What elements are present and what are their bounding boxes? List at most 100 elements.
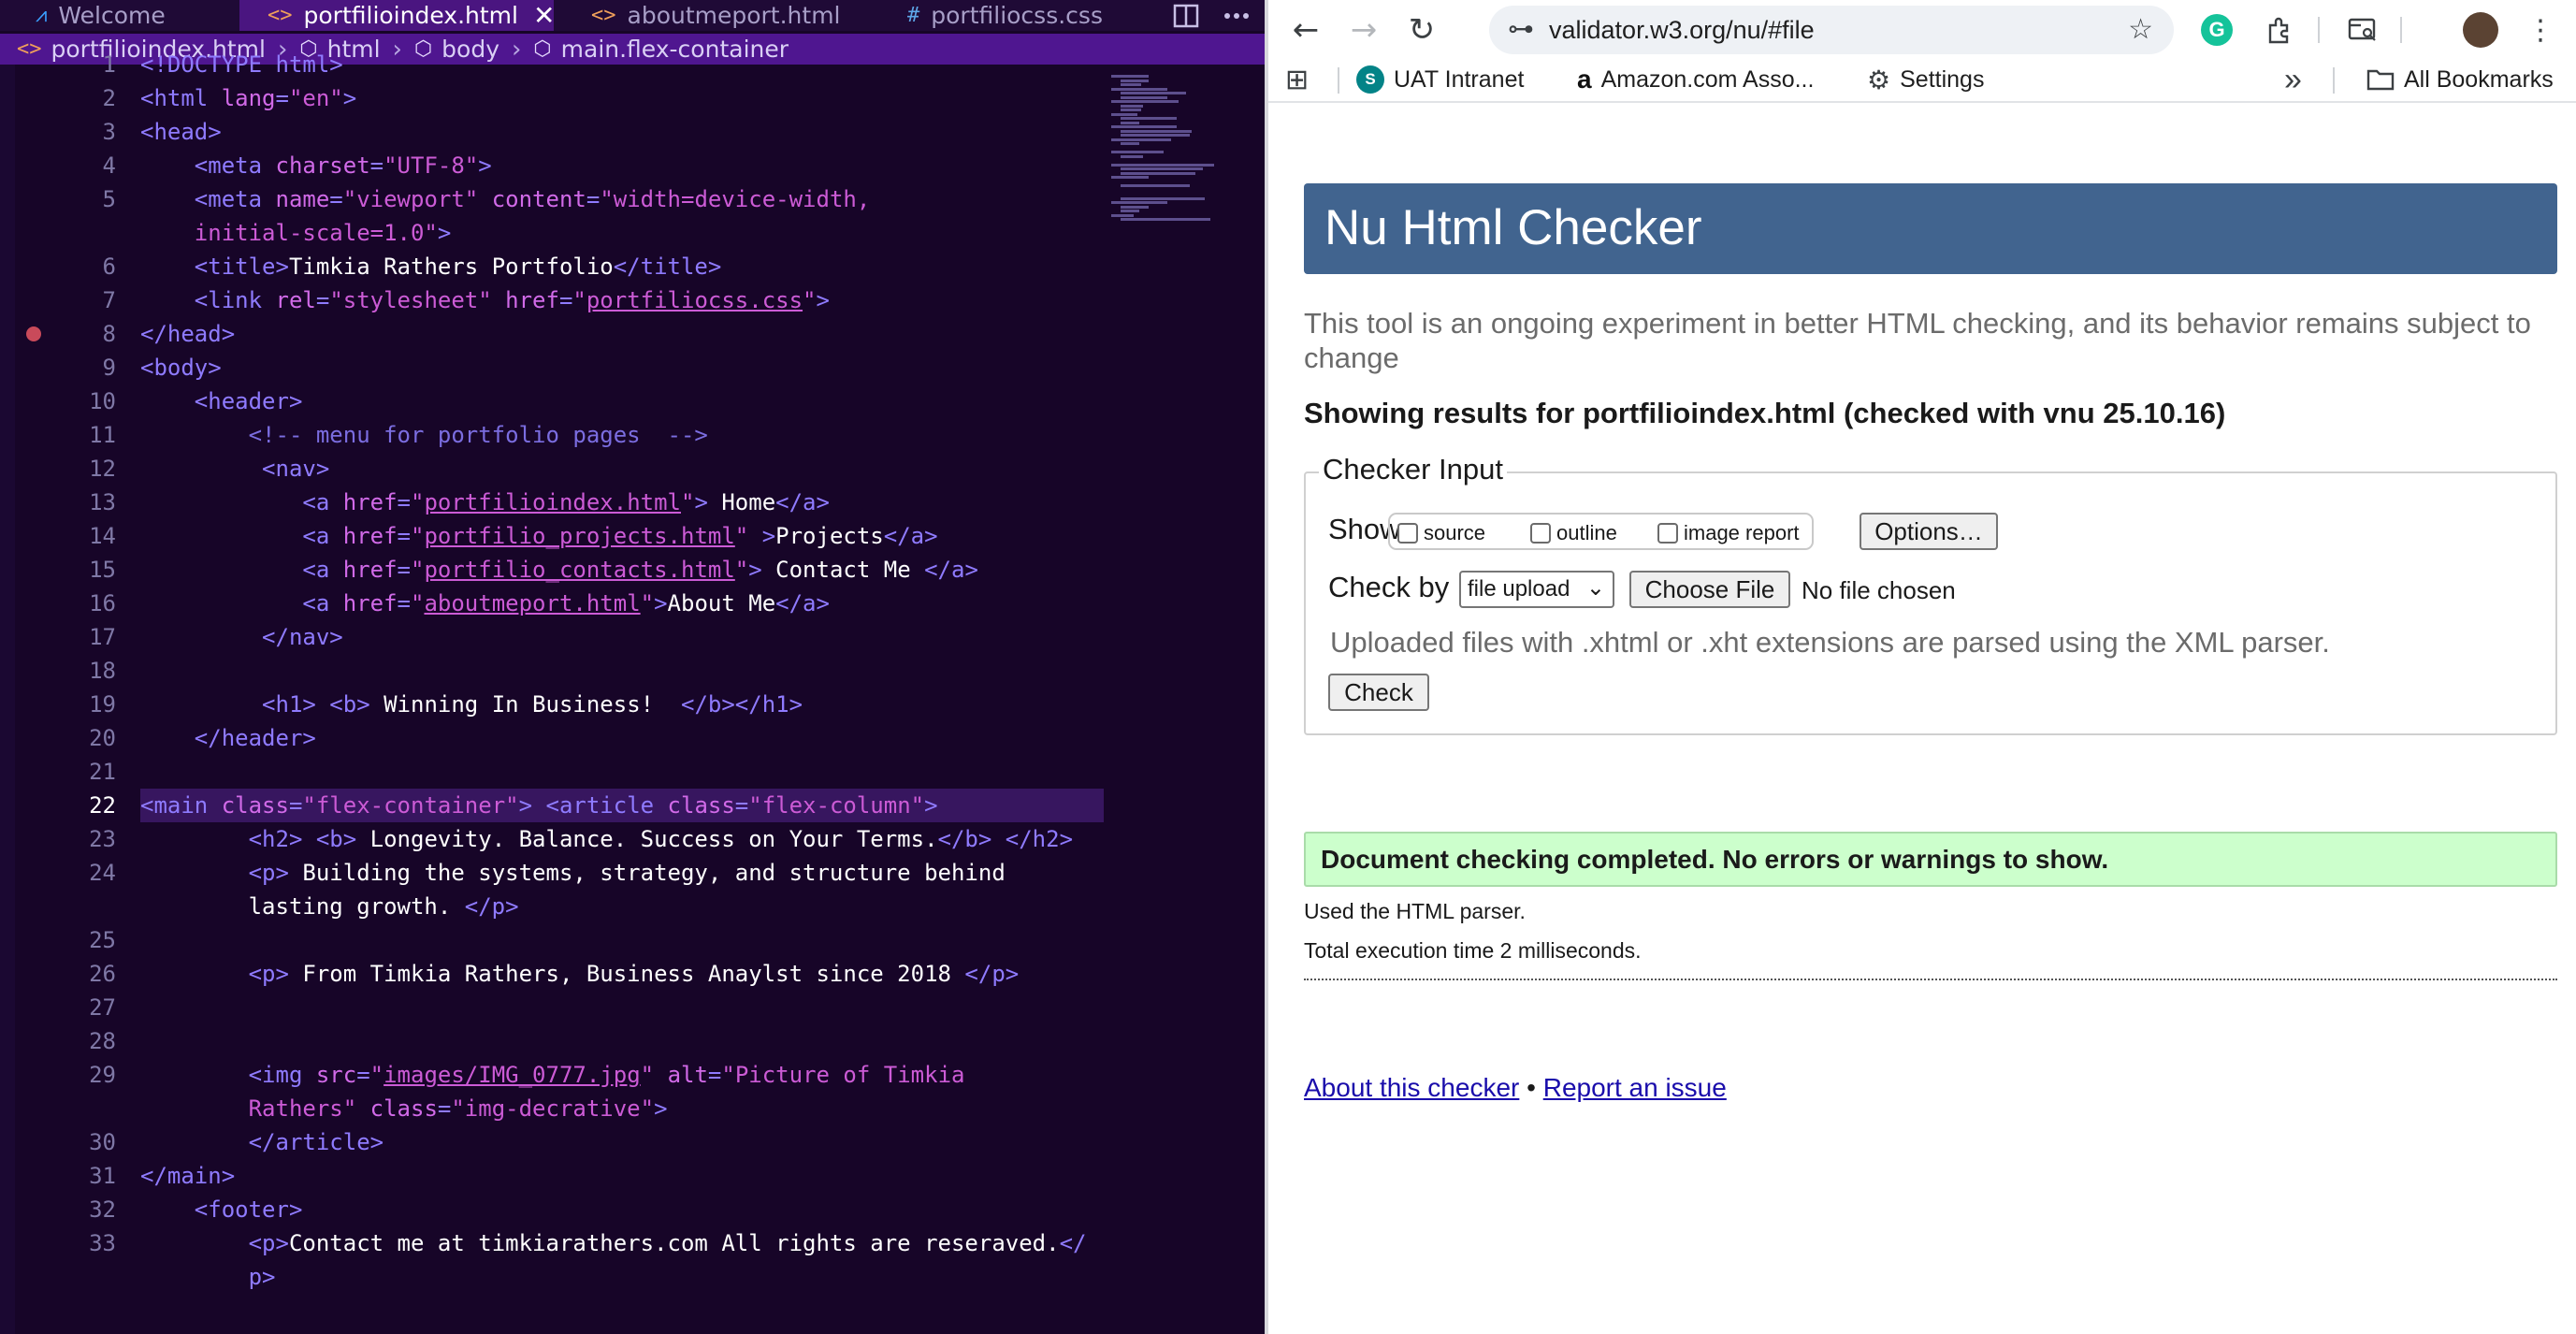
code-token: class	[221, 792, 289, 819]
minimap-stroke	[1121, 184, 1190, 187]
code-line[interactable]: <!DOCTYPE html>	[140, 48, 343, 81]
code-token: >	[816, 287, 830, 313]
code-line[interactable]: <!-- menu for portfolio pages -->	[140, 418, 708, 452]
grammarly-icon[interactable]: G	[2198, 11, 2236, 49]
close-icon[interactable]: ✕	[533, 0, 555, 31]
check-button[interactable]: Check	[1328, 674, 1429, 711]
bookmark-separator	[2333, 67, 2335, 94]
code-line[interactable]: <h2> <b> Longevity. Balance. Success on …	[140, 822, 1073, 856]
report-issue-link[interactable]: Report an issue	[1543, 1073, 1727, 1102]
breadcrumb-item-body[interactable]: ⬡ body	[414, 36, 499, 63]
code-line[interactable]: <a href="aboutmeport.html">About Me</a>	[140, 587, 830, 620]
code-line[interactable]: <footer>	[140, 1193, 303, 1226]
code-line[interactable]: <header>	[140, 384, 303, 418]
chevron-right-icon: ›	[392, 35, 402, 64]
code-line[interactable]: </nav>	[140, 620, 343, 654]
code-line[interactable]: <h1> <b> Winning In Business! </b></h1>	[140, 688, 803, 721]
checkbox-box[interactable]	[1530, 523, 1551, 544]
reload-icon[interactable]: ↻	[1401, 9, 1442, 51]
site-settings-icon[interactable]: ⊶	[1508, 13, 1534, 44]
apps-grid-icon[interactable]: ⊞	[1285, 60, 1309, 99]
tab-portfiliocss[interactable]: # portfiliocss.css	[874, 0, 1158, 31]
code-line[interactable]: <meta charset="UTF-8">	[140, 149, 492, 182]
code-token: Projects	[775, 523, 884, 549]
options-button[interactable]: Options…	[1860, 513, 1998, 550]
url-text[interactable]: validator.w3.org/nu/#file	[1549, 16, 1815, 45]
more-actions-icon[interactable]	[1223, 0, 1250, 31]
code-line[interactable]: <html lang="en">	[140, 81, 356, 115]
line-number: 10	[89, 388, 116, 414]
extensions-icon[interactable]	[2260, 11, 2297, 49]
code-line[interactable]: <meta name="viewport" content="width=dev…	[140, 182, 871, 216]
line-number: 2	[102, 85, 116, 111]
code-line[interactable]: <p> Building the systems, strategy, and …	[140, 856, 1006, 890]
code-token: "	[681, 489, 695, 515]
code-line[interactable]: <link rel="stylesheet" href="portfiliocs…	[140, 283, 830, 317]
source-checkbox[interactable]: source	[1397, 521, 1485, 545]
code-line[interactable]: <a href="portfilio_projects.html" >Proje…	[140, 519, 937, 553]
code-line[interactable]: p>	[140, 1260, 276, 1294]
line-number: 12	[89, 456, 116, 482]
code-line[interactable]: <a href="portfilio_contacts.html"> Conta…	[140, 553, 978, 587]
code-line[interactable]: <title>Timkia Rathers Portfolio</title>	[140, 250, 722, 283]
code-line[interactable]: </head>	[140, 317, 235, 351]
code-line[interactable]: <body>	[140, 351, 222, 384]
code-line[interactable]: <head>	[140, 115, 222, 149]
code-token: "	[369, 1062, 384, 1088]
code-line[interactable]: <img src="images/IMG_0777.jpg" alt="Pict…	[140, 1058, 965, 1092]
all-bookmarks-label: All Bookmarks	[2404, 65, 2554, 93]
code-line[interactable]: <p>Contact me at timkiarathers.com All r…	[140, 1226, 1087, 1260]
split-editor-icon[interactable]	[1173, 0, 1199, 31]
bookmark-settings[interactable]: ⚙ Settings	[1867, 60, 1984, 99]
code-token: <head>	[140, 119, 222, 145]
about-checker-link[interactable]: About this checker	[1304, 1073, 1519, 1102]
code-line[interactable]: lasting growth. </p>	[140, 890, 519, 923]
code-area[interactable]: 1 <!DOCTYPE html> 2 <html lang="en"> 3 <head>…	[15, 51, 1104, 1334]
choose-file-button[interactable]: Choose File	[1629, 571, 1790, 608]
bookmark-uat-intranet[interactable]: S UAT Intranet	[1356, 60, 1524, 99]
code-token: "	[803, 287, 817, 313]
code-line[interactable]: <a href="portfilioindex.html"> Home</a>	[140, 486, 830, 519]
bookmark-amazon[interactable]: a Amazon.com Asso...	[1577, 60, 1814, 99]
kebab-menu-icon[interactable]: ⋮	[2524, 11, 2557, 49]
activity-gutter	[0, 65, 15, 1334]
search-tabs-icon[interactable]	[2344, 11, 2381, 49]
code-token: <a	[302, 590, 343, 616]
back-icon[interactable]: ←	[1285, 9, 1326, 51]
bookmark-star-icon[interactable]: ☆	[2128, 13, 2153, 46]
code-line[interactable]: </main>	[140, 1159, 235, 1193]
check-by-select[interactable]: file upload ⌄	[1459, 571, 1614, 608]
code-line[interactable]: initial-scale=1.0">	[140, 216, 452, 250]
checkbox-box[interactable]	[1657, 523, 1678, 544]
all-bookmarks[interactable]: All Bookmarks	[2366, 60, 2554, 99]
profile-avatar[interactable]	[2462, 11, 2499, 49]
forward-icon[interactable]: →	[1343, 9, 1384, 51]
bookmark-label: UAT Intranet	[1394, 65, 1525, 93]
code-line[interactable]: </article>	[140, 1125, 384, 1159]
link-separator: •	[1527, 1073, 1536, 1102]
code-line[interactable]: Rathers" class="img-decrative">	[140, 1092, 668, 1125]
code-token: =	[315, 287, 330, 313]
code-token: "	[572, 287, 586, 313]
breadcrumb-item-main[interactable]: ⬡ main.flex-container	[533, 36, 789, 63]
outline-checkbox[interactable]: outline	[1530, 521, 1617, 545]
tab-aboutmeport[interactable]: <> aboutmeport.html	[559, 0, 868, 31]
bookmarks-overflow-icon[interactable]: »	[2284, 60, 2302, 99]
code-line[interactable]: </header>	[140, 721, 316, 755]
tab-welcome[interactable]: ⩘ Welcome	[0, 0, 234, 31]
code-line[interactable]: <p> From Timkia Rathers, Business Anayls…	[140, 957, 1020, 991]
minimap[interactable]	[1109, 75, 1250, 243]
code-line[interactable]: <nav>	[140, 452, 329, 486]
code-token: >	[654, 590, 668, 616]
address-bar[interactable]: ⊶ validator.w3.org/nu/#file ☆	[1489, 6, 2174, 54]
image-report-checkbox[interactable]: image report	[1657, 521, 1800, 545]
tab-portfilioindex[interactable]: <> portfilioindex.html ✕	[239, 0, 555, 31]
no-file-text: No file chosen	[1802, 576, 1956, 604]
code-line[interactable]: <main class="flex-container"> <article c…	[140, 789, 938, 822]
checkbox-box[interactable]	[1397, 523, 1418, 544]
